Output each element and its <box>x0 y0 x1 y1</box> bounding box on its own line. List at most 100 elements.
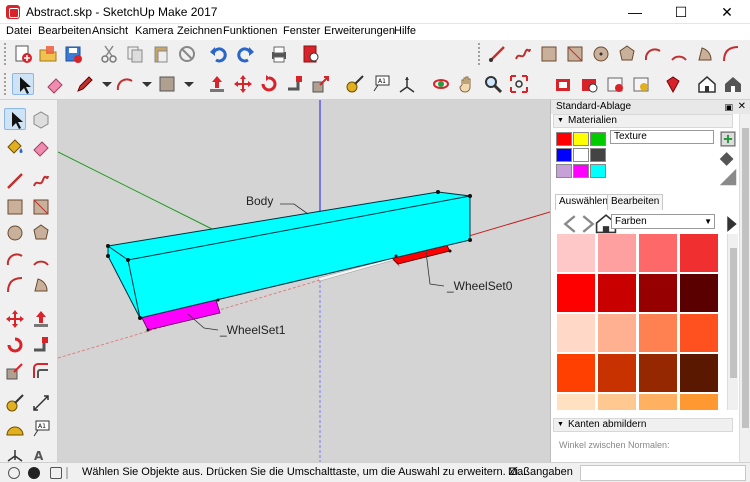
materials-section-header[interactable]: Materialien <box>553 114 733 128</box>
material-swatch[interactable] <box>680 274 718 312</box>
material-swatch[interactable] <box>598 314 636 352</box>
move-icon[interactable] <box>232 73 254 95</box>
chevron-down-icon[interactable] <box>136 73 158 95</box>
preview-swatch[interactable] <box>556 148 572 162</box>
model-viewport[interactable]: Body _WheelSet0 _WheelSet1 <box>58 100 550 462</box>
body-label[interactable]: Body <box>246 194 273 208</box>
arc-tool-icon[interactable] <box>114 73 136 95</box>
zoom-icon[interactable] <box>482 73 504 95</box>
material-swatch[interactable] <box>598 354 636 392</box>
menu-hilfe[interactable]: Hilfe <box>394 25 416 37</box>
material-swatch[interactable] <box>639 354 677 392</box>
home-icon[interactable] <box>696 73 718 95</box>
line-icon[interactable] <box>486 43 508 65</box>
wheelset0-label[interactable]: _WheelSet0 <box>447 279 512 293</box>
geo-location-icon[interactable] <box>8 467 20 479</box>
preview-swatch[interactable] <box>573 148 589 162</box>
pencil-icon[interactable] <box>74 73 96 95</box>
shape-icon[interactable] <box>156 73 178 95</box>
offset-icon[interactable] <box>30 360 52 382</box>
follow-me-icon[interactable] <box>30 334 52 356</box>
swatch-scrollbar[interactable] <box>727 234 738 410</box>
menu-erweiterungen[interactable]: Erweiterungen <box>324 25 395 37</box>
material-name-field[interactable]: Texture <box>610 130 714 144</box>
move-icon[interactable] <box>4 308 26 330</box>
extension-warehouse-icon[interactable] <box>578 73 600 95</box>
material-swatch[interactable] <box>598 274 636 312</box>
material-swatch[interactable] <box>680 354 718 392</box>
scale-icon[interactable] <box>4 360 26 382</box>
copy-icon[interactable] <box>124 43 146 65</box>
soften-edges-section-header[interactable]: Kanten abmildern <box>553 418 733 432</box>
paint-bucket-icon[interactable] <box>717 148 734 166</box>
erase-icon[interactable] <box>176 43 198 65</box>
material-swatch[interactable] <box>639 234 677 272</box>
freehand-icon[interactable] <box>30 170 52 192</box>
preview-swatch[interactable] <box>573 164 589 178</box>
preview-swatch[interactable] <box>556 164 572 178</box>
follow-me-icon[interactable] <box>284 73 306 95</box>
new-model-icon[interactable] <box>12 43 34 65</box>
pan-icon[interactable] <box>456 73 478 95</box>
toolbar-grip[interactable] <box>478 43 482 65</box>
paste-icon[interactable] <box>150 43 172 65</box>
cut-icon[interactable] <box>98 43 120 65</box>
text-icon[interactable]: A1 <box>30 418 52 440</box>
maximize-button[interactable]: ☐ <box>658 0 704 24</box>
menu-datei[interactable]: Datei <box>6 25 32 37</box>
two-point-arc-icon[interactable] <box>720 43 742 65</box>
arc-3point-icon[interactable] <box>668 43 690 65</box>
arc-icon[interactable] <box>642 43 664 65</box>
measurements-input[interactable] <box>580 465 746 481</box>
line-icon[interactable] <box>4 170 26 192</box>
menu-bearbeiten[interactable]: Bearbeiten <box>38 25 91 37</box>
material-swatch[interactable] <box>557 394 595 410</box>
tape-measure-icon[interactable] <box>344 73 366 95</box>
polygon-icon[interactable] <box>30 222 52 244</box>
3d-text-icon[interactable]: A <box>30 442 52 464</box>
minimize-button[interactable]: — <box>612 0 658 24</box>
material-swatch[interactable] <box>557 234 595 272</box>
credits-icon[interactable] <box>28 467 40 479</box>
material-swatch[interactable] <box>639 314 677 352</box>
circle-icon[interactable] <box>590 43 612 65</box>
tray-close-icon[interactable]: ✕ <box>738 100 746 114</box>
material-swatch[interactable] <box>680 234 718 272</box>
paint-bucket-icon[interactable] <box>4 136 26 158</box>
tab-select[interactable]: Auswählen <box>555 194 612 210</box>
house-icon[interactable] <box>722 73 744 95</box>
user-icon[interactable] <box>50 467 62 479</box>
menu-ansicht[interactable]: Ansicht <box>92 25 128 37</box>
material-swatch[interactable] <box>639 274 677 312</box>
rotated-rectangle-icon[interactable] <box>30 196 52 218</box>
freehand-icon[interactable] <box>512 43 534 65</box>
component-icon[interactable] <box>30 108 52 130</box>
preview-swatch[interactable] <box>590 132 606 146</box>
menu-fenster[interactable]: Fenster <box>283 25 320 37</box>
rotated-rectangle-icon[interactable] <box>564 43 586 65</box>
styles-icon[interactable] <box>630 73 652 95</box>
push-pull-icon[interactable] <box>206 73 228 95</box>
open-folder-icon[interactable] <box>37 43 59 65</box>
axes-icon[interactable] <box>4 442 26 464</box>
material-swatch[interactable] <box>639 394 677 410</box>
undo-icon[interactable] <box>208 43 230 65</box>
dimension-icon[interactable] <box>30 392 52 414</box>
close-button[interactable]: ✕ <box>704 0 750 24</box>
details-arrow-icon[interactable] <box>721 213 737 232</box>
pie-icon[interactable] <box>30 274 52 296</box>
tab-edit[interactable]: Bearbeiten <box>607 194 664 210</box>
menu-kamera[interactable]: Kamera <box>135 25 174 37</box>
warehouse-icon[interactable] <box>552 73 574 95</box>
arc-icon[interactable] <box>4 248 26 270</box>
select-icon[interactable] <box>4 108 26 130</box>
two-point-arc-icon[interactable] <box>4 274 26 296</box>
print-icon[interactable] <box>268 43 290 65</box>
orbit-icon[interactable] <box>430 73 452 95</box>
ruby-icon[interactable] <box>662 73 684 95</box>
collection-dropdown[interactable]: Farben ▼ <box>611 214 715 229</box>
home-icon[interactable] <box>595 212 617 234</box>
preview-swatch[interactable] <box>590 148 606 162</box>
toolbar-grip[interactable] <box>4 43 8 65</box>
rectangle-icon[interactable] <box>538 43 560 65</box>
